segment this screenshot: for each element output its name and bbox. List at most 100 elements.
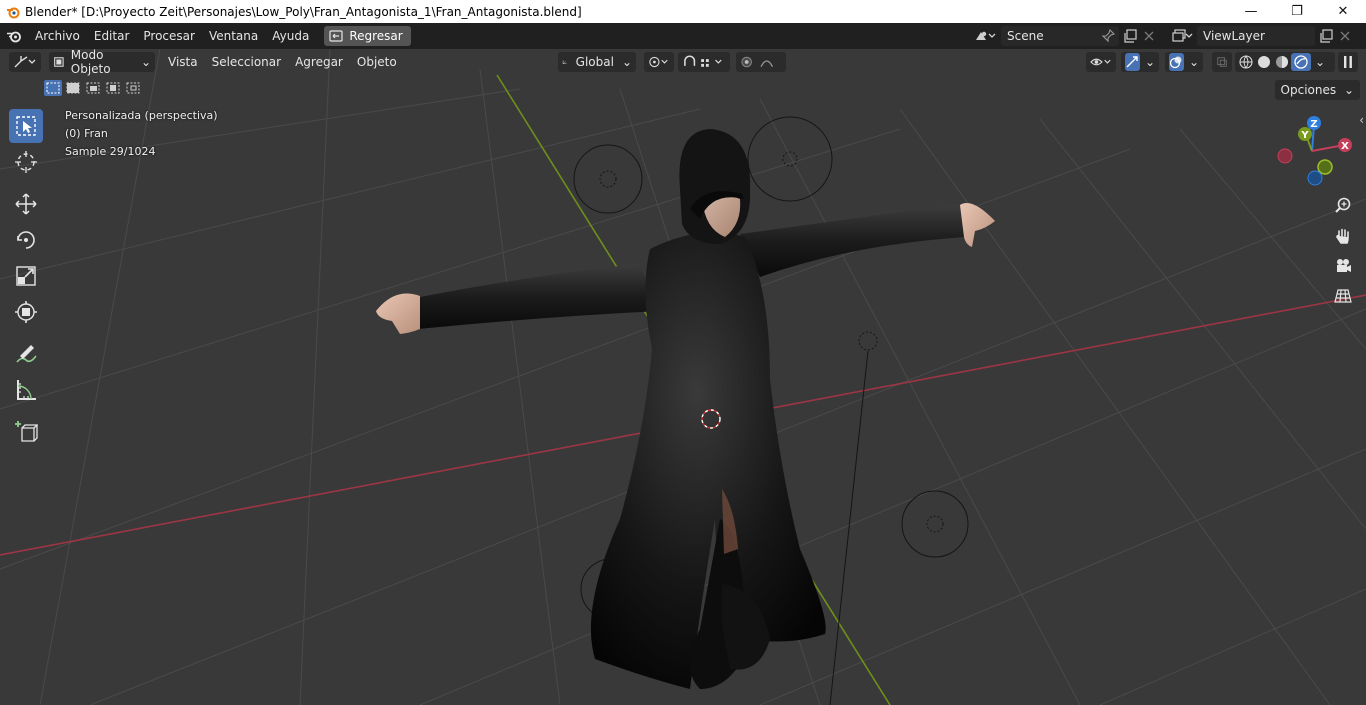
editor-type-dropdown[interactable]: [9, 52, 41, 72]
tool-annotate[interactable]: [9, 337, 43, 371]
viewlayer-selector: ViewLayer: [1167, 26, 1353, 46]
scene-name-field[interactable]: Scene: [1001, 26, 1119, 46]
scene-dropdown[interactable]: [969, 26, 1001, 46]
global-axes-icon: [562, 60, 567, 64]
chevron-down-icon: ⌄: [140, 55, 151, 69]
select-subtract-button[interactable]: [84, 80, 102, 96]
xray-icon: [1217, 57, 1227, 67]
menu-editar[interactable]: Editar: [87, 25, 137, 47]
select-intersect-icon: [126, 82, 140, 94]
transform-icon: [15, 301, 37, 323]
blender-topbar: Archivo Editar Procesar Ventana Ayuda Re…: [0, 23, 1366, 49]
delete-viewlayer-button[interactable]: [1337, 26, 1353, 46]
perspective-toggle-button[interactable]: [1330, 283, 1356, 309]
zoom-button[interactable]: [1330, 193, 1356, 219]
orientation-dropdown[interactable]: Global ⌄: [558, 52, 636, 72]
tool-scale[interactable]: [9, 259, 43, 293]
tool-transform[interactable]: [9, 295, 43, 329]
blender-logo-icon[interactable]: [0, 23, 28, 49]
chevron-down-icon: ⌄: [621, 55, 632, 69]
tool-cursor[interactable]: [9, 145, 43, 179]
options-dropdown[interactable]: Opciones ⌄: [1274, 80, 1360, 100]
tool-measure[interactable]: [9, 373, 43, 407]
minimize-button[interactable]: —: [1228, 0, 1274, 23]
menu-objeto[interactable]: Objeto: [350, 55, 404, 69]
menu-ventana[interactable]: Ventana: [202, 25, 265, 47]
regresar-button[interactable]: Regresar: [324, 26, 411, 46]
pivot-dropdown[interactable]: [644, 52, 674, 72]
3d-viewport[interactable]: Modo Objeto ⌄ Vista Seleccionar Agregar …: [0, 49, 1366, 705]
scale-icon: [16, 266, 36, 286]
duplicate-icon: [1320, 29, 1333, 43]
tool-select-box[interactable]: [9, 109, 43, 143]
new-scene-button[interactable]: [1119, 26, 1141, 46]
menu-agregar[interactable]: Agregar: [288, 55, 350, 69]
tool-move[interactable]: [9, 187, 43, 221]
pan-hand-icon: [1336, 228, 1349, 244]
mode-dropdown[interactable]: Modo Objeto ⌄: [49, 49, 155, 76]
overlays-icon: [1170, 56, 1182, 69]
select-new-button[interactable]: [44, 80, 62, 96]
new-viewlayer-button[interactable]: [1315, 26, 1337, 46]
close-icon: [1144, 31, 1154, 41]
rendered-shading-button[interactable]: [1291, 53, 1311, 71]
cursor-icon: [15, 151, 37, 173]
menu-seleccionar[interactable]: Seleccionar: [205, 55, 288, 69]
visibility-dropdown[interactable]: [1086, 52, 1116, 72]
shading-modes[interactable]: ⌄: [1235, 52, 1335, 72]
viewport-scene: [0, 49, 1366, 705]
selection-mode-buttons: [44, 80, 142, 96]
select-subtract-icon: [86, 82, 100, 94]
scene-icon: [976, 31, 996, 40]
menu-ayuda[interactable]: Ayuda: [265, 25, 316, 47]
screen-back-icon: [329, 30, 343, 42]
menu-procesar[interactable]: Procesar: [136, 25, 202, 47]
pause-render-button[interactable]: [1338, 52, 1358, 72]
viewport-header: Modo Objeto ⌄ Vista Seleccionar Agregar …: [0, 49, 1366, 76]
viewport-editor-icon: [14, 56, 36, 68]
material-shading-icon[interactable]: [1273, 54, 1291, 70]
tool-add-cube[interactable]: [9, 415, 43, 449]
move-icon: [15, 193, 37, 215]
pan-button[interactable]: [1330, 223, 1356, 249]
select-intersect-button[interactable]: [124, 80, 142, 96]
gizmo-toggle[interactable]: ⌄: [1121, 52, 1159, 72]
select-extend-icon: [66, 82, 80, 94]
gizmo-icon: [1126, 56, 1139, 68]
regresar-label: Regresar: [349, 29, 403, 43]
window-title: Blender* [D:\Proyecto Zeit\Personajes\Lo…: [25, 4, 582, 19]
navigation-gizmo[interactable]: Z Y X: [1272, 113, 1362, 189]
restore-button[interactable]: ❐: [1274, 0, 1320, 23]
camera-view-button[interactable]: [1330, 253, 1356, 279]
delete-scene-button[interactable]: [1141, 26, 1157, 46]
solid-shading-icon[interactable]: [1255, 54, 1273, 70]
wireframe-shading-icon[interactable]: [1237, 54, 1255, 70]
pin-icon[interactable]: [1101, 29, 1115, 43]
menu-vista[interactable]: Vista: [161, 55, 205, 69]
tool-rotate[interactable]: [9, 223, 43, 257]
zoom-icon: [1335, 197, 1351, 213]
viewlayer-name-field[interactable]: ViewLayer: [1197, 26, 1315, 46]
select-invert-button[interactable]: [104, 80, 122, 96]
close-button[interactable]: ✕: [1320, 0, 1366, 23]
sidebar-toggle-icon[interactable]: ‹: [1359, 113, 1364, 127]
pause-icon: [1344, 56, 1352, 68]
select-invert-icon: [106, 82, 120, 94]
overlays-toggle[interactable]: ⌄: [1165, 52, 1203, 72]
select-extend-button[interactable]: [64, 80, 82, 96]
orientation-label: Global: [575, 55, 614, 69]
scene-selector: Scene: [969, 26, 1157, 46]
chevron-down-icon: ⌄: [1343, 83, 1354, 97]
snap-controls[interactable]: [678, 52, 730, 72]
rotate-icon: [17, 231, 35, 249]
object-info: (0) Fran: [65, 127, 108, 140]
xray-toggle[interactable]: [1212, 52, 1232, 72]
viewlayer-dropdown[interactable]: [1167, 26, 1197, 46]
menu-archivo[interactable]: Archivo: [28, 25, 87, 47]
mode-label: Modo Objeto: [70, 49, 111, 76]
pivot-icon: [649, 56, 668, 68]
character-model: [376, 129, 995, 690]
rendered-shading-icon: [1294, 55, 1308, 69]
tool-shelf: [9, 109, 47, 451]
proportional-edit-controls[interactable]: [736, 52, 786, 72]
